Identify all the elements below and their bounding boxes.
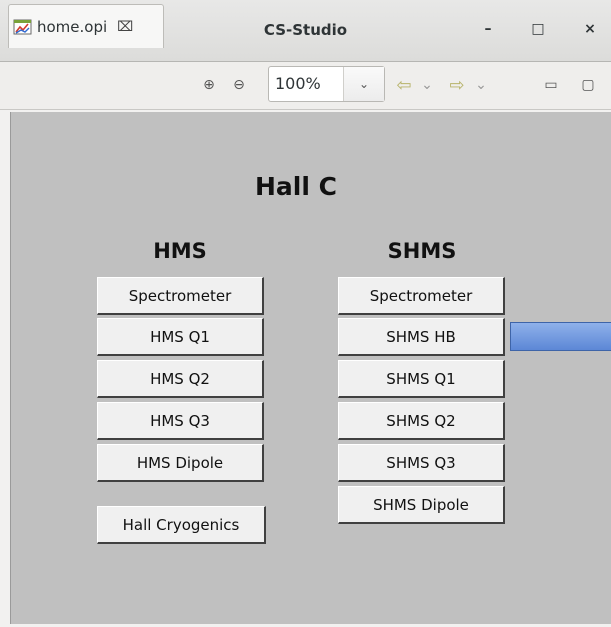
hms-q3-button[interactable]: HMS Q3 xyxy=(97,402,264,440)
forward-arrow-icon[interactable]: ⇨ xyxy=(444,74,470,96)
hms-spectrometer-button[interactable]: Spectrometer xyxy=(97,277,264,315)
blue-indicator-bar xyxy=(510,322,611,351)
tab-label: home.opi xyxy=(37,17,108,36)
view-maximize-icon[interactable]: ▢ xyxy=(578,74,598,96)
shms-q3-button[interactable]: SHMS Q3 xyxy=(338,444,505,482)
close-icon[interactable]: × xyxy=(580,18,600,40)
back-dropdown-icon[interactable]: ⌄ xyxy=(420,74,434,96)
shms-q2-button[interactable]: SHMS Q2 xyxy=(338,402,505,440)
chevron-down-icon[interactable]: ⌄ xyxy=(343,67,384,101)
hall-cryogenics-button[interactable]: Hall Cryogenics xyxy=(97,506,266,544)
hms-q1-button[interactable]: HMS Q1 xyxy=(97,318,264,356)
shms-heading: SHMS xyxy=(387,239,457,263)
chart-file-icon xyxy=(13,18,33,36)
zoom-value: 100% xyxy=(275,74,321,93)
tab-home-opi[interactable]: home.opi ⌧ xyxy=(8,4,164,48)
zoom-in-icon[interactable]: ⊕ xyxy=(197,74,221,96)
view-minimize-icon[interactable]: ▭ xyxy=(541,74,561,96)
maximize-icon[interactable]: □ xyxy=(528,18,548,40)
hms-q2-button[interactable]: HMS Q2 xyxy=(97,360,264,398)
shms-dipole-button[interactable]: SHMS Dipole xyxy=(338,486,505,524)
shms-spectrometer-button[interactable]: Spectrometer xyxy=(338,277,505,315)
page-title: Hall C xyxy=(255,172,337,201)
shms-q1-button[interactable]: SHMS Q1 xyxy=(338,360,505,398)
back-arrow-icon[interactable]: ⇦ xyxy=(391,74,417,96)
forward-dropdown-icon[interactable]: ⌄ xyxy=(474,74,488,96)
zoom-select[interactable]: 100% ⌄ xyxy=(268,66,385,102)
minimize-icon[interactable]: – xyxy=(478,18,498,40)
hms-heading: HMS xyxy=(153,239,207,263)
tab-close-icon[interactable]: ⌧ xyxy=(117,19,133,35)
shms-hb-button[interactable]: SHMS HB xyxy=(338,318,505,356)
hms-dipole-button[interactable]: HMS Dipole xyxy=(97,444,264,482)
zoom-out-icon[interactable]: ⊖ xyxy=(227,74,251,96)
